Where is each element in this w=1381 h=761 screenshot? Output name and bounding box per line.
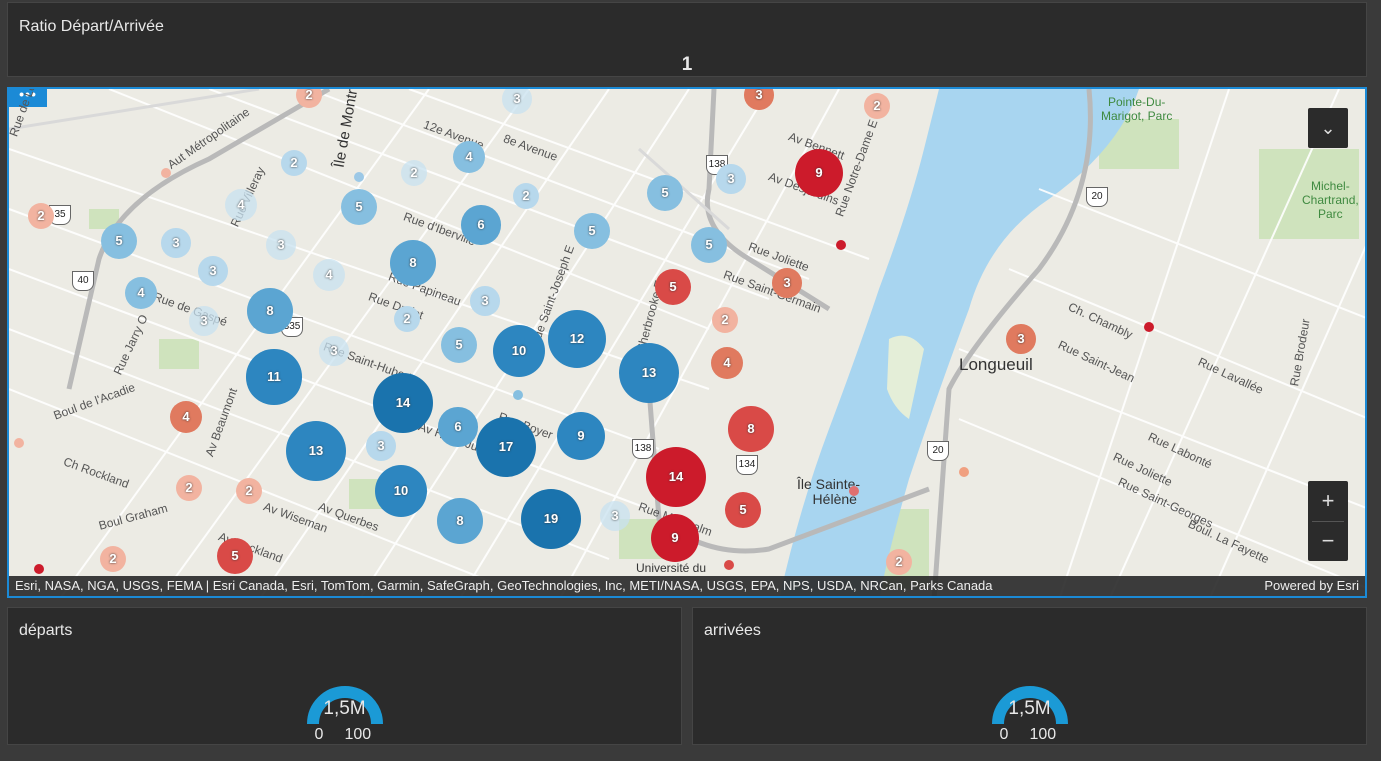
cluster-blue[interactable]: 3 (502, 89, 532, 114)
cluster-blue[interactable]: 14 (373, 373, 433, 433)
powered-by-esri[interactable]: Powered by Esri (1264, 576, 1359, 596)
departs-panel: départs 1,5M 0 100 (7, 607, 682, 745)
cluster-blue[interactable]: 6 (461, 205, 501, 245)
cluster-blue[interactable]: 3 (366, 431, 396, 461)
route-shield-icon: 20 (1086, 187, 1108, 207)
point-marker[interactable] (513, 390, 523, 400)
cluster-blue[interactable]: 3 (161, 228, 191, 258)
cluster-blue[interactable]: 3 (470, 286, 500, 316)
cluster-blue[interactable]: 3 (189, 306, 219, 336)
map-attribution: Esri, NASA, NGA, USGS, FEMA | Esri Canad… (9, 576, 1365, 596)
zoom-control: + − (1308, 481, 1348, 561)
point-marker[interactable] (959, 467, 969, 477)
route-shield-icon: 138 (632, 439, 654, 459)
departs-max: 100 (344, 726, 372, 743)
cluster-blue[interactable]: 13 (619, 343, 679, 403)
point-marker[interactable] (14, 438, 24, 448)
cluster-blue[interactable]: 5 (101, 223, 137, 259)
point-marker[interactable] (161, 168, 171, 178)
chevron-double-down-icon: ⌄ (1320, 118, 1336, 138)
arrivees-min: 0 (999, 726, 1009, 743)
arrivees-panel: arrivées 1,5M 0 100 (692, 607, 1367, 745)
cluster-blue[interactable]: 5 (341, 189, 377, 225)
cluster-blue[interactable]: 11 (246, 349, 302, 405)
cluster-blue[interactable]: 8 (437, 498, 483, 544)
cluster-red[interactable]: 8 (728, 406, 774, 452)
cluster-blue[interactable]: 17 (476, 417, 536, 477)
cluster-red[interactable]: 14 (646, 447, 706, 507)
arrivees-value: 1,5M (1008, 698, 1051, 719)
park-label-michel-chartrand: Michel- Chartrand, Parc (1302, 179, 1359, 221)
point-marker[interactable] (1144, 322, 1154, 332)
cluster-blue[interactable]: 3 (319, 336, 349, 366)
cluster-blue[interactable]: 5 (441, 327, 477, 363)
cluster-blue[interactable]: 6 (438, 407, 478, 447)
route-shield-icon: 40 (72, 271, 94, 291)
cluster-red[interactable]: 3 (1006, 324, 1036, 354)
cluster-red[interactable]: 5 (725, 492, 761, 528)
map-panel[interactable]: ••• ⌄ Longueuil Pointe-Du- Marigot, Parc … (7, 87, 1367, 598)
departs-min: 0 (314, 726, 324, 743)
zoom-out-button[interactable]: − (1308, 521, 1348, 561)
cluster-blue[interactable]: 5 (647, 175, 683, 211)
point-marker[interactable] (354, 172, 364, 182)
route-shield-icon: 134 (736, 455, 758, 475)
city-label: Longueuil (959, 355, 1033, 374)
point-marker[interactable] (724, 560, 734, 570)
arrivees-max: 100 (1029, 726, 1057, 743)
cluster-blue[interactable]: 5 (574, 213, 610, 249)
route-shield-icon: 20 (927, 441, 949, 461)
point-marker[interactable] (836, 240, 846, 250)
cluster-blue[interactable]: 10 (493, 325, 545, 377)
cluster-blue[interactable]: 8 (390, 240, 436, 286)
departs-title: départs (19, 622, 73, 639)
cluster-blue[interactable]: 8 (247, 288, 293, 334)
park-label-pointe-du-marigot: Pointe-Du- Marigot, Parc (1101, 95, 1173, 123)
arrivees-gauge: 1,5M 0 100 (693, 668, 1366, 748)
zoom-in-button[interactable]: + (1308, 481, 1348, 521)
cluster-blue[interactable]: 13 (286, 421, 346, 481)
cluster-red[interactable]: 5 (217, 538, 253, 574)
cluster-red[interactable]: 5 (655, 269, 691, 305)
ratio-panel: Ratio Départ/Arrivée 1 (7, 2, 1367, 77)
departs-gauge: 1,5M 0 100 (8, 668, 681, 748)
point-marker[interactable] (34, 564, 44, 574)
cluster-red[interactable]: 3 (772, 268, 802, 298)
cluster-blue[interactable]: 3 (198, 256, 228, 286)
cluster-blue[interactable]: 5 (691, 227, 727, 263)
departs-value: 1,5M (323, 698, 366, 719)
cluster-blue[interactable]: 12 (547, 309, 607, 369)
cluster-blue[interactable]: 3 (266, 230, 296, 260)
point-marker[interactable] (849, 486, 859, 496)
ratio-title: Ratio Départ/Arrivée (19, 18, 164, 35)
university-label: Université du (636, 561, 707, 575)
cluster-blue[interactable]: 3 (716, 164, 746, 194)
collapse-button[interactable]: ⌄ (1308, 108, 1348, 148)
cluster-blue[interactable]: 10 (375, 465, 427, 517)
attribution-text: Esri, NASA, NGA, USGS, FEMA | Esri Canad… (15, 578, 993, 593)
arrivees-title: arrivées (704, 622, 761, 639)
cluster-blue[interactable]: 3 (600, 501, 630, 531)
ratio-value: 1 (681, 54, 693, 75)
cluster-blue[interactable]: 19 (521, 489, 581, 549)
